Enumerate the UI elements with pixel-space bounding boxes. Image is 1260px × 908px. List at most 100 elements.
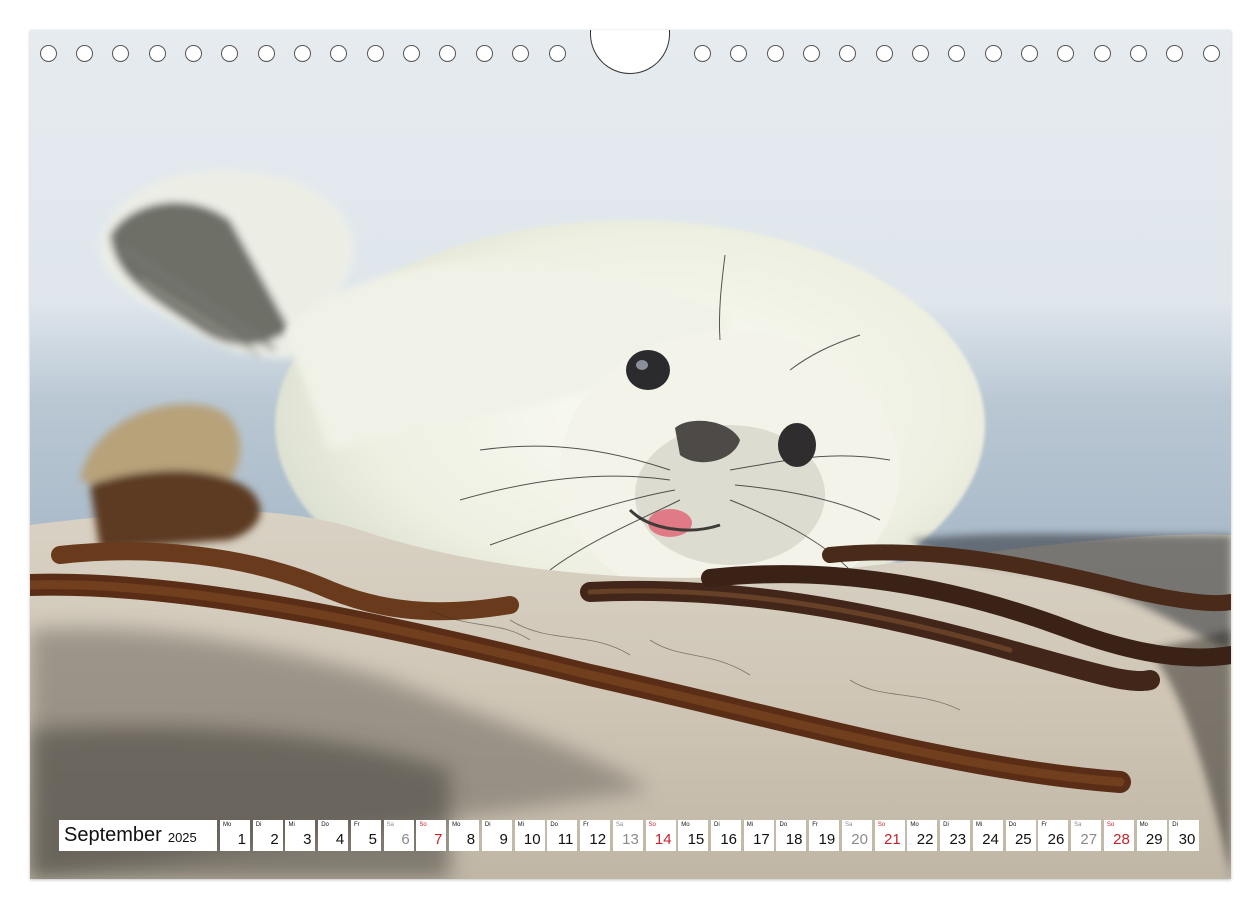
day-number: 21 <box>884 831 901 848</box>
day-cell: Sa 20 <box>841 820 872 851</box>
day-cell: So 21 <box>874 820 905 851</box>
day-cell: Mo 1 <box>220 820 250 851</box>
weekday-abbrev: Fr <box>812 822 818 828</box>
day-cell: Mi 10 <box>514 820 545 851</box>
day-number: 10 <box>523 831 541 848</box>
binding-hole <box>694 45 711 62</box>
binding-hole <box>367 45 384 62</box>
weekday-abbrev: Di <box>1172 822 1178 828</box>
day-cell: Di 16 <box>711 820 742 851</box>
weekday-abbrev: Mo <box>452 822 461 828</box>
day-cells: Mo 1 Di 2 Mi 3 Do 4 Fr 5 Sa 6 So 7 Mo 8 Di 9 Mi 10 Do 11 Fr 12 S… <box>220 820 1200 851</box>
weekday-abbrev: So <box>648 822 656 828</box>
weekday-abbrev: Mo <box>910 822 919 828</box>
day-cell: Do 4 <box>318 820 349 851</box>
day-number: 28 <box>1113 831 1130 848</box>
binding-hole <box>1094 45 1111 62</box>
binding-hole <box>730 45 747 62</box>
day-number: 3 <box>303 831 312 848</box>
day-cell: Mo 22 <box>907 820 938 851</box>
weekday-abbrev: Mi <box>975 822 983 828</box>
binding-hole <box>1021 45 1038 62</box>
weekday-abbrev: Do <box>1008 822 1017 828</box>
day-cell: Sa 6 <box>383 820 414 851</box>
day-cell: Mi 24 <box>972 820 1003 851</box>
weekday-abbrev: Sa <box>386 822 395 828</box>
weekday-abbrev: Mi <box>288 822 295 828</box>
binding-hole <box>948 45 965 62</box>
day-number: 18 <box>785 831 803 848</box>
binding-hole <box>112 45 129 62</box>
day-cell: Do 18 <box>776 820 807 851</box>
day-cell: Sa 27 <box>1071 820 1102 851</box>
day-cell: Di 9 <box>481 820 512 851</box>
weekday-abbrev: Fr <box>1041 822 1048 828</box>
weekday-abbrev: Do <box>550 822 559 828</box>
day-cell: Fr 19 <box>809 820 840 851</box>
day-cell: Fr 12 <box>580 820 611 851</box>
grey-seal-pup-photo <box>30 30 1231 879</box>
day-cell: So 7 <box>416 820 447 851</box>
weekday-abbrev: Mo <box>1139 822 1148 828</box>
day-cell: Mo 15 <box>678 820 709 851</box>
binding-hole <box>403 45 420 62</box>
weekday-abbrev: So <box>419 822 427 828</box>
day-number: 29 <box>1145 831 1163 848</box>
day-cell: Di 2 <box>252 820 283 851</box>
binding-hole <box>76 45 93 62</box>
weekday-abbrev: Sa <box>1074 822 1082 828</box>
weekday-abbrev: Fr <box>353 822 360 828</box>
day-cell: Mo 29 <box>1136 820 1167 851</box>
binding-hole <box>439 45 456 62</box>
binding-hole <box>185 45 202 62</box>
day-number: 26 <box>1047 831 1065 848</box>
day-number: 19 <box>818 831 836 848</box>
weekday-abbrev: Do <box>779 822 788 828</box>
day-number: 7 <box>434 831 443 848</box>
day-number: 11 <box>557 831 574 848</box>
day-number: 14 <box>654 831 672 848</box>
binding-hole <box>221 45 238 62</box>
weekday-abbrev: Fr <box>583 822 589 828</box>
weekday-abbrev: Sa <box>615 822 624 828</box>
weekday-abbrev: So <box>1106 822 1115 828</box>
day-cell: So 14 <box>645 820 676 851</box>
day-number: 24 <box>982 831 999 848</box>
day-cell: So 28 <box>1103 820 1134 851</box>
binding-hole <box>1203 45 1220 62</box>
day-number: 22 <box>916 831 934 848</box>
binding-hole <box>294 45 311 62</box>
weekday-abbrev: Di <box>255 822 262 828</box>
binding-hole <box>40 45 57 62</box>
day-cell: Mi 17 <box>743 820 774 851</box>
binding-hole <box>803 45 820 62</box>
binding-hole <box>839 45 856 62</box>
weekday-abbrev: Mo <box>223 822 232 828</box>
day-cell: Mo 8 <box>449 820 480 851</box>
binding-hole <box>767 45 784 62</box>
day-number: 2 <box>270 831 279 848</box>
calendar-bar: September 2025 Mo 1 Di 2 Mi 3 Do 4 Fr 5 Sa 6 So 7 Mo 8 D… <box>59 820 1200 851</box>
day-number: 27 <box>1080 831 1098 848</box>
calendar-page <box>30 30 1231 879</box>
binding-hole <box>1130 45 1147 62</box>
day-cell: Sa 13 <box>612 820 643 851</box>
day-number: 12 <box>589 831 607 848</box>
month-name: September <box>64 824 162 846</box>
day-number: 30 <box>1178 831 1196 848</box>
binding-hole <box>985 45 1002 62</box>
day-number: 16 <box>720 831 738 848</box>
day-cell: Di 30 <box>1169 820 1200 851</box>
day-number: 4 <box>335 831 345 848</box>
day-number: 5 <box>368 831 377 848</box>
weekday-abbrev: Di <box>943 822 949 828</box>
day-number: 25 <box>1014 831 1032 848</box>
weekday-abbrev: Di <box>484 822 491 828</box>
weekday-abbrev: So <box>877 822 886 828</box>
day-cell: Mi 3 <box>285 820 316 851</box>
binding-hole <box>512 45 529 62</box>
weekday-abbrev: Mo <box>681 822 690 828</box>
day-cell: Fr 26 <box>1038 820 1069 851</box>
day-number: 13 <box>622 831 639 848</box>
binding-hole <box>476 45 493 62</box>
